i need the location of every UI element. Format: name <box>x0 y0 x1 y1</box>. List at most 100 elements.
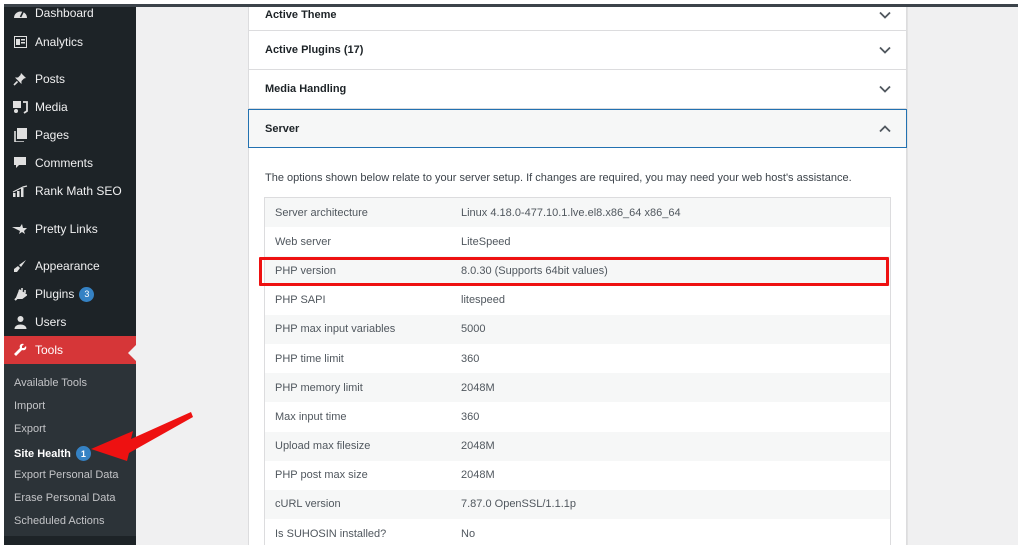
sidebar-item-comments[interactable]: Comments <box>4 149 136 177</box>
row-key: PHP max input variables <box>275 323 396 336</box>
row-value: LiteSpeed <box>461 235 511 248</box>
wp-admin-window: Dashboard Analytics Posts Media Pages Co… <box>4 4 1018 545</box>
pushpin-icon <box>12 71 28 87</box>
row-key: Max input time <box>275 410 347 423</box>
plugins-update-badge: 3 <box>79 286 95 302</box>
sidebar-item-label: Rank Math SEO <box>35 184 122 198</box>
accordion-server[interactable]: Server <box>248 109 907 148</box>
tools-submenu: Available Tools Import Export Site Healt… <box>4 364 136 536</box>
sidebar-item-label: Comments <box>35 156 94 170</box>
row-value: 360 <box>461 410 480 423</box>
row-value: 2048M <box>461 440 495 453</box>
row-key: Is SUHOSIN installed? <box>275 527 387 540</box>
submenu-site-health[interactable]: Site Health 1 <box>14 446 91 461</box>
sidebar-item-label: Media <box>35 100 68 114</box>
table-row: PHP post max size 2048M <box>265 460 890 490</box>
row-value: 7.87.0 OpenSSL/1.1.1p <box>461 498 576 511</box>
row-value: 2048M <box>461 381 495 394</box>
chevron-down-icon <box>879 85 891 93</box>
row-key: PHP time limit <box>275 352 344 365</box>
accordion-title: Active Theme <box>265 9 337 21</box>
chevron-up-icon <box>879 124 891 132</box>
table-row: PHP max input variables 5000 <box>265 314 890 344</box>
sidebar-item-analytics[interactable]: Analytics <box>4 28 136 56</box>
table-row: Server architecture Linux 4.18.0-477.10.1… <box>265 198 890 228</box>
row-value: litespeed <box>461 294 506 307</box>
admin-bar-edge <box>4 4 1018 7</box>
table-row: Upload max filesize 2048M <box>265 431 890 461</box>
submenu-import[interactable]: Import <box>14 400 45 412</box>
wrench-icon <box>12 342 28 358</box>
sidebar-item-appearance[interactable]: Appearance <box>4 252 136 280</box>
media-icon <box>12 99 28 115</box>
row-key: PHP post max size <box>275 469 368 482</box>
submenu-erase-personal-data[interactable]: Erase Personal Data <box>14 492 116 504</box>
sidebar-item-plugins[interactable]: Plugins 3 <box>4 280 136 308</box>
submenu-scheduled-actions[interactable]: Scheduled Actions <box>14 515 105 527</box>
site-health-badge: 1 <box>75 446 91 461</box>
row-key: PHP memory limit <box>275 381 363 394</box>
server-info-table: Server architecture Linux 4.18.0-477.10.1… <box>264 197 891 545</box>
sidebar-item-rank-math-seo[interactable]: Rank Math SEO <box>4 177 136 205</box>
sidebar-item-dashboard[interactable]: Dashboard <box>4 4 136 27</box>
server-section-description: The options shown below relate to your s… <box>265 172 852 184</box>
sidebar-item-posts[interactable]: Posts <box>4 65 136 93</box>
dashboard-icon <box>12 5 28 21</box>
table-row: PHP SAPI litespeed <box>265 285 890 315</box>
sidebar-item-label: Dashboard <box>35 6 94 20</box>
sidebar-item-label: Pages <box>35 128 70 142</box>
row-value: 8.0.30 (Supports 64bit values) <box>461 264 608 277</box>
row-key: PHP version <box>275 264 336 277</box>
sidebar-item-label: Analytics <box>35 35 84 49</box>
sidebar-item-users[interactable]: Users <box>4 308 136 336</box>
submenu-export[interactable]: Export <box>14 423 46 435</box>
analytics-icon <box>12 34 28 50</box>
accordion-media-handling[interactable]: Media Handling <box>249 70 906 109</box>
row-key: Upload max filesize <box>275 440 371 453</box>
submenu-available-tools[interactable]: Available Tools <box>14 377 87 389</box>
accordion-active-theme[interactable]: Active Theme <box>249 4 906 31</box>
accordion-title: Active Plugins (17) <box>265 44 364 56</box>
accordion-title: Server <box>265 122 300 135</box>
chevron-down-icon <box>879 11 891 19</box>
user-icon <box>12 314 28 330</box>
paintbrush-icon <box>12 258 28 274</box>
row-key: cURL version <box>275 498 341 511</box>
sidebar-item-label: Users <box>35 315 67 329</box>
table-row: Web server LiteSpeed <box>265 227 890 257</box>
sidebar-item-tools[interactable]: Tools <box>4 336 136 364</box>
table-row: Max input time 360 <box>265 402 890 432</box>
sidebar-item-label: Tools <box>35 343 64 357</box>
row-value: 360 <box>461 352 480 365</box>
site-health-info-panel: Active Theme Active Plugins (17) Media H… <box>248 4 907 545</box>
sidebar-item-label: Pretty Links <box>35 222 98 236</box>
submenu-label: Site Health <box>14 447 71 460</box>
row-value: 5000 <box>461 323 486 336</box>
pretty-links-icon <box>12 221 28 237</box>
right-background-area <box>907 4 1018 545</box>
sidebar-item-pretty-links[interactable]: Pretty Links <box>4 215 136 243</box>
row-value: Linux 4.18.0-477.10.1.lve.el8.x86_64 x86… <box>461 206 681 219</box>
row-key: Web server <box>275 235 332 248</box>
accordion-active-plugins[interactable]: Active Plugins (17) <box>249 31 906 70</box>
table-row: PHP time limit 360 <box>265 343 890 374</box>
admin-sidebar: Dashboard Analytics Posts Media Pages Co… <box>4 4 136 545</box>
accordion-title: Media Handling <box>265 83 347 95</box>
row-value: 2048M <box>461 469 495 482</box>
rank-math-icon <box>12 183 28 199</box>
table-row: cURL version 7.87.0 OpenSSL/1.1.1p <box>265 489 890 520</box>
sidebar-item-label: Posts <box>35 72 66 86</box>
sidebar-item-label: Appearance <box>35 259 100 273</box>
sidebar-item-pages[interactable]: Pages <box>4 121 136 149</box>
row-key: Server architecture <box>275 206 368 219</box>
table-row: Is SUHOSIN installed? No <box>265 519 890 545</box>
pages-icon <box>12 127 28 143</box>
sidebar-item-label: Plugins <box>35 287 75 301</box>
plugin-icon <box>12 286 28 302</box>
row-value: No <box>461 527 476 540</box>
table-row: PHP version 8.0.30 (Supports 64bit values… <box>265 256 890 286</box>
sidebar-collapse-area <box>4 536 136 545</box>
sidebar-item-media[interactable]: Media <box>4 93 136 121</box>
comment-icon <box>12 155 28 171</box>
submenu-export-personal-data[interactable]: Export Personal Data <box>14 469 119 481</box>
